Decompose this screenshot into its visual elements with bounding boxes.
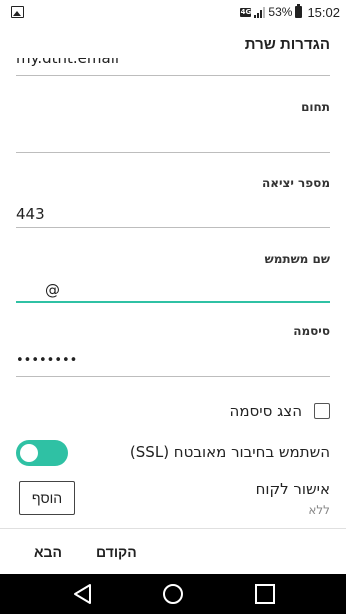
network-type: 4G xyxy=(240,7,252,17)
status-bar: 4G 53% 15:02 xyxy=(0,0,346,24)
domain-field[interactable]: תחום xyxy=(16,96,330,156)
ssl-row[interactable]: השתמש בחיבור מאובטח (SSL) xyxy=(16,440,330,468)
port-input[interactable]: 443 xyxy=(16,205,330,223)
client-certificate-label: אישור לקוח xyxy=(255,480,330,498)
show-password-label: הצג סיסמה xyxy=(229,402,302,420)
port-label: מספר יציאה xyxy=(261,176,330,190)
image-icon xyxy=(11,6,24,18)
field-underline xyxy=(16,376,330,377)
home-icon[interactable] xyxy=(160,582,186,606)
bottom-actions: הבא הקודם xyxy=(0,540,346,566)
client-certificate-row: אישור לקוח ללא הוסף xyxy=(16,478,330,524)
clock: 15:02 xyxy=(307,4,340,20)
page-title: הגדרות שרת xyxy=(244,36,330,53)
server-value: my.dtnt.email xyxy=(16,58,120,67)
domain-label: תחום xyxy=(301,100,330,114)
next-button[interactable]: הבא xyxy=(34,544,62,560)
password-label: סיסמה xyxy=(293,324,330,338)
show-password-row[interactable]: הצג סיסמה xyxy=(16,400,330,424)
username-field[interactable]: שם משתמש @ xyxy=(16,248,330,308)
battery-percent: 53% xyxy=(268,5,293,19)
client-certificate-value: ללא xyxy=(308,503,330,517)
username-input[interactable]: @ xyxy=(16,281,330,299)
show-password-checkbox[interactable] xyxy=(314,403,330,419)
username-label: שם משתמש xyxy=(264,252,330,266)
status-right: 4G 53% 15:02 xyxy=(240,3,340,21)
navigation-bar xyxy=(0,574,346,614)
previous-button[interactable]: הקודם xyxy=(96,544,137,560)
divider xyxy=(0,528,346,529)
server-field-partial[interactable]: my.dtnt.email xyxy=(16,58,330,78)
ssl-label: השתמש בחיבור מאובטח (SSL) xyxy=(129,443,330,461)
recents-icon[interactable] xyxy=(252,582,278,606)
battery-icon xyxy=(295,4,303,18)
password-field[interactable]: סיסמה •••••••• xyxy=(16,320,330,380)
ssl-toggle[interactable] xyxy=(16,440,68,466)
toggle-knob xyxy=(20,444,38,462)
add-certificate-button[interactable]: הוסף xyxy=(19,481,75,515)
field-underline xyxy=(16,75,330,76)
signal-icon xyxy=(254,6,266,18)
field-underline xyxy=(16,227,330,228)
back-icon[interactable] xyxy=(70,582,96,606)
password-input[interactable]: •••••••• xyxy=(16,353,330,368)
field-underline xyxy=(16,152,330,153)
port-field[interactable]: מספר יציאה 443 xyxy=(16,172,330,232)
field-underline-active xyxy=(16,301,330,303)
